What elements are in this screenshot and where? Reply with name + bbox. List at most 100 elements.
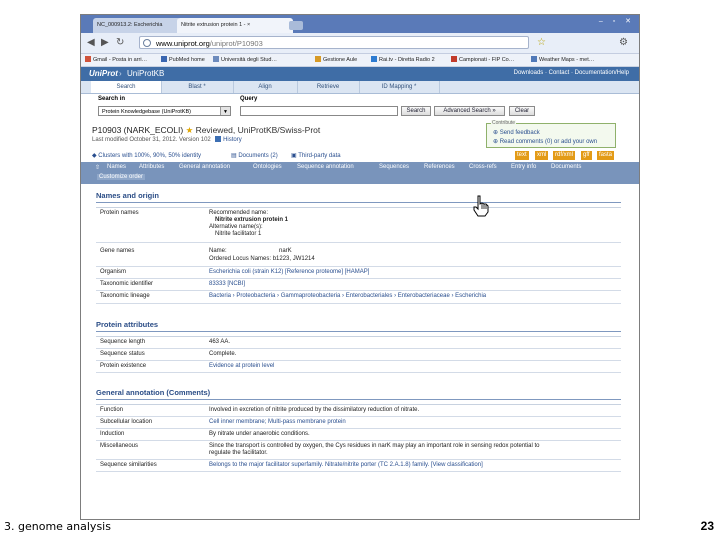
recommended-name-value: Nitrite extrusion protein 1	[215, 217, 289, 223]
table-row: Sequence status Complete.	[96, 349, 621, 361]
third-party-link[interactable]: ▣ Third-party data	[291, 152, 341, 159]
hand-cursor-icon	[473, 195, 489, 217]
new-tab-button[interactable]	[289, 21, 303, 30]
table-row: Organism Escherichia coli (strain K12) […	[96, 267, 621, 279]
format-text-button[interactable]: text	[515, 151, 529, 160]
names-table: Protein names Recommended name: Nitrite …	[96, 207, 621, 304]
bookmarks-bar: Gmail - Posta in arri… PubMed home Unive…	[81, 54, 639, 67]
search-in-label: Search in	[98, 96, 126, 102]
wrench-icon[interactable]: ⚙	[619, 37, 628, 49]
row-value-continued: regulate the facilitator.	[209, 450, 268, 456]
row-value: Complete.	[209, 351, 237, 357]
uniprot-logo[interactable]: UniProt	[89, 69, 118, 78]
section-divider	[96, 331, 621, 332]
organism-link[interactable]: Escherichia coli (strain K12) [Reference…	[209, 269, 369, 275]
section-nav-documents[interactable]: Documents	[551, 164, 581, 170]
address-bar[interactable]: www.uniprot.org/uniprot/P10903	[139, 36, 529, 49]
section-nav-references[interactable]: References	[424, 164, 455, 170]
row-value-link[interactable]: Belongs to the major facilitator superfa…	[209, 462, 483, 468]
read-comments-link[interactable]: ⊕ Read comments (0) or add your own	[493, 138, 597, 145]
section-nav-entry-info[interactable]: Entry info	[511, 164, 536, 170]
row-label: Function	[100, 407, 124, 413]
tab-id-mapping[interactable]: ID Mapping *	[359, 81, 440, 93]
format-rdfxml-button[interactable]: rdf/xml	[553, 151, 575, 160]
bookmark-star-icon[interactable]: ☆	[537, 37, 546, 49]
search-in-select[interactable]: Protein Knowledgebase (UniProtKB) ▼	[98, 106, 231, 116]
clusters-link[interactable]: ◆ Clusters with 100%, 90%, 50% identity	[92, 152, 201, 159]
lineage-links[interactable]: Bacteria › Proteobacteria › Gammaproteob…	[209, 293, 486, 299]
last-modified: Last modified October 31, 2012. Version …	[92, 136, 242, 143]
slide-page-number: 23	[700, 519, 714, 533]
tab-align[interactable]: Align	[233, 81, 298, 93]
row-label: Miscellaneous	[100, 443, 139, 449]
row-value: Involved in excretion of nitrite produce…	[209, 407, 420, 413]
row-label: Sequence length	[100, 339, 146, 345]
table-row: Gene names Name: narK Ordered Locus Name…	[96, 243, 621, 267]
entry-title: P10903 (NARK_ECOLI) ★ Reviewed, UniProtK…	[92, 125, 320, 136]
header-separator: ›	[119, 69, 122, 78]
uniprotkb-title[interactable]: UniProtKB	[127, 69, 164, 78]
nav-up-icon[interactable]: ⇧	[95, 164, 100, 171]
section-nav-sequences[interactable]: Sequences	[379, 164, 409, 170]
comments-table: Function Involved in excretion of nitrit…	[96, 404, 621, 472]
format-xml-button[interactable]: xml	[535, 151, 549, 160]
taxonomy-id-link[interactable]: 83333 [NCBI]	[209, 281, 245, 287]
browser-tab[interactable]: NC_000913.2: Escherichia	[93, 18, 181, 33]
slide-caption: 3. genome analysis	[4, 520, 111, 533]
browser-tab-active[interactable]: Nitrite extrusion protein 1 - ×	[177, 18, 293, 33]
header-links[interactable]: Downloads · Contact · Documentation/Help	[514, 70, 629, 76]
advanced-search-button[interactable]: Advanced Search »	[434, 106, 505, 116]
bookmark-item[interactable]: PubMed home	[161, 56, 205, 63]
row-value: By nitrate under anaerobic conditions.	[209, 431, 310, 437]
section-nav-sequence-annotation[interactable]: Sequence annotation	[297, 164, 354, 170]
contribute-box: Contribute ⊕ Send feedback ⊕ Read commen…	[486, 120, 616, 148]
tab-retrieve[interactable]: Retrieve	[297, 81, 360, 93]
section-divider	[96, 399, 621, 400]
search-form: Search in Query Protein Knowledgebase (U…	[81, 94, 639, 120]
section-nav-general-annotation[interactable]: General annotation	[179, 164, 230, 170]
bookmark-item[interactable]: Università degli Stud…	[213, 56, 277, 63]
clear-button[interactable]: Clear	[509, 106, 535, 116]
section-nav-attributes[interactable]: Attributes	[139, 164, 164, 170]
row-value-link[interactable]: Cell inner membrane; Multi-pass membrane…	[209, 419, 346, 425]
bookmark-item[interactable]: Campionati - FIP Co…	[451, 56, 514, 63]
reload-icon[interactable]: ↻	[116, 37, 124, 49]
bookmark-item[interactable]: Gmail - Posta in arri…	[85, 56, 147, 63]
history-link[interactable]: History	[223, 137, 242, 143]
format-fasta-button[interactable]: fasta	[597, 151, 615, 160]
send-feedback-link[interactable]: ⊕ Send feedback	[493, 129, 540, 136]
alternative-name-label: Alternative name(s):	[209, 224, 263, 230]
section-nav-ontologies[interactable]: Ontologies	[253, 164, 282, 170]
bookmark-item[interactable]: Gestione Aule	[315, 56, 357, 63]
ordered-locus: Ordered Locus Names: b1223, JW1214	[209, 256, 315, 262]
recommended-name-label: Recommended name:	[209, 210, 269, 216]
table-row: Subcellular location Cell inner membrane…	[96, 417, 621, 429]
row-label: Taxonomic lineage	[100, 293, 150, 299]
bookmark-item[interactable]: Weather Maps - met…	[531, 56, 594, 63]
section-nav-names[interactable]: Names	[107, 164, 126, 170]
section-nav-cross-refs[interactable]: Cross-refs	[469, 164, 497, 170]
section-title: Protein attributes	[96, 320, 159, 329]
back-icon[interactable]: ◀	[87, 37, 95, 49]
bookmark-item[interactable]: Rai.tv - Diretta Radio 2	[371, 56, 435, 63]
browser-screenshot: NC_000913.2: Escherichia Nitrite extrusi…	[80, 14, 640, 520]
tab-search[interactable]: Search	[91, 81, 162, 93]
row-value-link[interactable]: Evidence at protein level	[209, 363, 274, 369]
table-row: Induction By nitrate under anaerobic con…	[96, 429, 621, 441]
customize-order-link[interactable]: Customize order	[97, 174, 146, 180]
documents-link[interactable]: ▤ Documents (2)	[231, 152, 278, 159]
table-row: Sequence similarities Belongs to the maj…	[96, 460, 621, 472]
alternative-name-value: Nitrite facilitator 1	[215, 231, 262, 237]
table-row: Function Involved in excretion of nitrit…	[96, 405, 621, 417]
tab-blast[interactable]: Blast *	[161, 81, 234, 93]
accession: P10903 (NARK_ECOLI)	[92, 125, 184, 135]
section-navigation: ⇧ Names Attributes General annotation On…	[81, 162, 639, 184]
section-divider	[96, 202, 621, 203]
query-input[interactable]	[240, 106, 398, 116]
format-gff-button[interactable]: gff	[581, 151, 592, 160]
entry-header: P10903 (NARK_ECOLI) ★ Reviewed, UniProtK…	[81, 120, 639, 150]
forward-icon[interactable]: ▶	[101, 37, 109, 49]
window-controls[interactable]: – ▫ ✕	[599, 17, 635, 25]
search-button[interactable]: Search	[401, 106, 431, 116]
protein-attributes-section: Protein attributes Sequence length 463 A…	[81, 316, 639, 386]
